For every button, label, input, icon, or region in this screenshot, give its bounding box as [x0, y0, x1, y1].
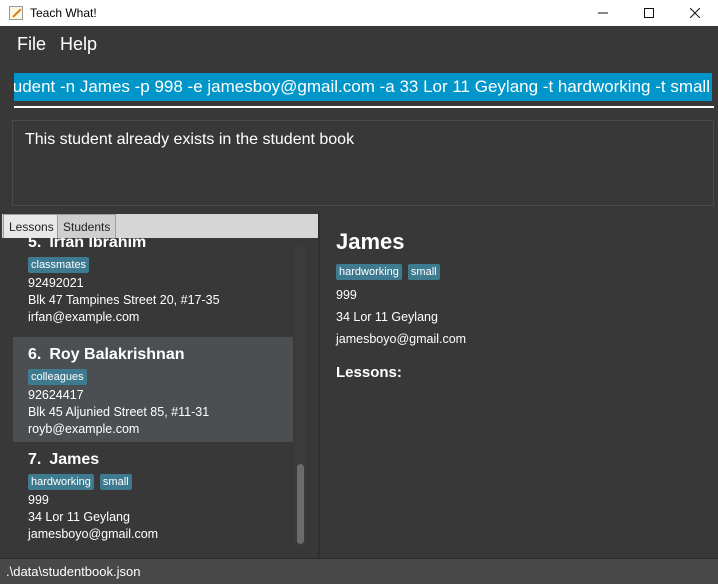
tag-list: colleagues: [28, 369, 293, 385]
tab-header: Lessons Students: [2, 214, 318, 238]
scrollbar-thumb[interactable]: [297, 464, 304, 544]
result-display: This student already exists in the stude…: [12, 120, 714, 206]
tag: small: [407, 264, 440, 280]
student-email: royb@example.com: [28, 422, 140, 436]
detail-name: James: [336, 229, 405, 254]
result-message: This student already exists in the stude…: [25, 131, 355, 148]
tab-students[interactable]: Students: [57, 214, 117, 238]
minimize-button[interactable]: [580, 0, 626, 26]
tag-list: classmates: [28, 257, 293, 273]
student-phone: 92624417: [28, 388, 84, 402]
student-index: 5.: [28, 238, 42, 251]
detail-phone: 999: [336, 288, 357, 302]
student-name: Irfan Ibrahim: [49, 238, 147, 251]
app-icon: [9, 6, 23, 20]
student-email: jamesboyo@gmail.com: [28, 527, 159, 541]
student-phone: 92492021: [28, 276, 84, 290]
tag: hardworking: [336, 264, 402, 280]
student-name-line: 5. Irfan Ibrahim: [28, 238, 293, 252]
maximize-button[interactable]: [626, 0, 672, 26]
student-index: 7.: [28, 451, 42, 468]
student-card-selected[interactable]: 6. Roy Balakrishnan colleagues 92624417 B…: [13, 337, 293, 442]
student-card[interactable]: 5. Irfan Ibrahim classmates 92492021 Blk …: [13, 238, 293, 328]
command-text: tudent -n James -p 998 -e jamesboy@gmail…: [14, 73, 712, 101]
student-card[interactable]: 7. James hardworking small 999 34 Lor 11 …: [13, 442, 293, 546]
command-input[interactable]: tudent -n James -p 998 -e jamesboy@gmail…: [14, 70, 714, 108]
tag: hardworking: [28, 474, 94, 490]
student-address: Blk 45 Aljunied Street 85, #11-31: [28, 405, 210, 419]
student-name: James: [49, 451, 100, 468]
student-list-panel: 5. Irfan Ibrahim classmates 92492021 Blk …: [2, 238, 318, 556]
student-address: 34 Lor 11 Geylang: [28, 510, 130, 524]
storage-path: .\data\studentbook.json: [6, 564, 141, 579]
title-bar: Teach What!: [0, 0, 718, 26]
student-detail-panel: James hardworking small 999 34 Lor 11 Ge…: [320, 214, 718, 558]
menu-file[interactable]: File: [10, 34, 53, 55]
detail-lessons-label: Lessons:: [336, 364, 402, 381]
status-bar: .\data\studentbook.json: [0, 558, 718, 584]
detail-address: 34 Lor 11 Geylang: [336, 310, 438, 324]
close-icon: [690, 8, 700, 18]
minimize-icon: [598, 12, 608, 14]
tab-lessons[interactable]: Lessons: [3, 214, 60, 238]
student-address: Blk 47 Tampines Street 20, #17-35: [28, 293, 220, 307]
detail-tag-list: hardworking small: [336, 264, 718, 280]
close-button[interactable]: [672, 0, 718, 26]
list-scrollbar[interactable]: [294, 246, 306, 546]
window-title: Teach What!: [30, 6, 97, 20]
command-box: tudent -n James -p 998 -e jamesboy@gmail…: [0, 62, 718, 114]
window-controls: [580, 0, 718, 26]
tag: colleagues: [28, 369, 87, 385]
tag-list: hardworking small: [28, 474, 293, 490]
menu-bar: File Help: [0, 26, 718, 62]
student-name: Roy Balakrishnan: [49, 346, 185, 363]
student-phone: 999: [28, 493, 49, 507]
student-email: irfan@example.com: [28, 310, 140, 324]
student-list[interactable]: 5. Irfan Ibrahim classmates 92492021 Blk …: [13, 238, 293, 546]
student-name-line: 6. Roy Balakrishnan: [28, 346, 293, 364]
tag: small: [99, 474, 132, 490]
detail-email: jamesboyo@gmail.com: [336, 332, 467, 346]
student-index: 6.: [28, 346, 42, 363]
menu-help[interactable]: Help: [53, 34, 104, 55]
student-name-line: 7. James: [28, 451, 293, 469]
tag: classmates: [28, 257, 90, 273]
maximize-icon: [644, 8, 654, 18]
